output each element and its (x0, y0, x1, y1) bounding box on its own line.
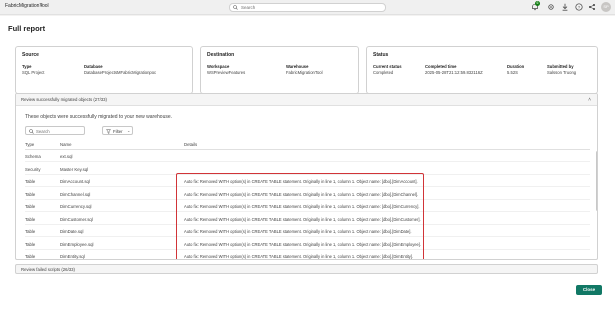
share-icon[interactable] (588, 3, 596, 11)
page-title: Full report (8, 24, 46, 33)
scrollbar-thumb[interactable] (596, 151, 597, 211)
destination-workspace-label: Workspace (207, 64, 230, 69)
row-name: ext.sql (60, 154, 73, 159)
row-name: Master Key.sql (60, 166, 89, 172)
source-database-label: Database (84, 64, 103, 69)
row-name: DimEmployee.sql (60, 241, 94, 247)
migrated-description: These objects were successfully migrated… (25, 114, 173, 120)
objects-search-input[interactable]: Search (25, 126, 85, 135)
status-card-title: Status (373, 52, 389, 58)
close-button[interactable]: Close (576, 285, 602, 295)
destination-workspace-value: WSPreviewFeatures (207, 70, 246, 75)
row-type: Security (25, 166, 41, 172)
status-submitted-value: Salsson Truong (547, 70, 577, 75)
row-name: DimChannel.sql (60, 191, 91, 197)
migrated-objects-title: Review successfully migrated objects (27… (21, 97, 107, 102)
status-submitted-label: Submitted by (547, 64, 574, 69)
migrated-objects-accordion: Review successfully migrated objects (27… (15, 93, 598, 260)
help-icon[interactable]: ? (575, 3, 583, 11)
table-scrollbar[interactable] (596, 151, 597, 259)
filter-label: Filter (113, 128, 123, 134)
download-icon[interactable] (561, 3, 569, 11)
status-completed-label: Completed time (425, 64, 457, 69)
avatar[interactable]: SP (601, 2, 611, 12)
migrated-objects-header[interactable]: Review successfully migrated objects (27… (16, 94, 597, 106)
destination-card-title: Destination (207, 52, 235, 58)
row-type: Table (25, 204, 36, 209)
row-name: DimDate.sql (60, 229, 84, 234)
destination-card: Destination Workspace WSPreviewFeatures … (200, 46, 359, 94)
failed-scripts-accordion[interactable]: Review failed scripts (26/33) (15, 264, 598, 274)
column-header-details[interactable]: Details (184, 142, 197, 147)
filter-icon (106, 129, 111, 134)
destination-warehouse-value: FabricMigrationTool (286, 70, 323, 75)
source-type-value: SQL Project (22, 70, 45, 75)
status-completed-value: 2025-05-28T21:12:59.832116Z (425, 70, 483, 75)
destination-warehouse-label: Warehouse (286, 64, 309, 69)
search-icon (233, 5, 238, 10)
row-type: Schema (25, 154, 41, 159)
row-type: Table (25, 241, 36, 247)
row-type: Table (25, 229, 36, 234)
table-row[interactable]: Schema ext.sql (25, 150, 590, 163)
row-name: DimCustomer.sql (60, 216, 93, 222)
source-card-title: Source (22, 52, 39, 58)
row-type: Table (25, 254, 36, 259)
row-name: DimAccount.sql (60, 179, 90, 184)
filter-button[interactable]: Filter ⌄ (102, 126, 133, 135)
row-name: DimEntity.sql (60, 254, 85, 259)
details-highlight-box (176, 173, 424, 259)
objects-search-placeholder: Search (36, 128, 50, 134)
top-bar: FabricMigrationTool ▾ Search 6 ? SP (0, 0, 615, 15)
search-placeholder: Search (241, 5, 256, 10)
row-type: Table (25, 216, 36, 222)
report-panel: Full report Source Type SQL Project Data… (0, 16, 615, 315)
svg-text:?: ? (578, 5, 581, 10)
row-name: DimCurrency.sql (60, 204, 92, 209)
status-current-value: Completed (373, 70, 394, 75)
source-card: Source Type SQL Project Database Databas… (15, 46, 193, 94)
column-header-name[interactable]: Name (60, 142, 71, 147)
status-duration-value: 5.52S (507, 70, 518, 75)
status-current-label: Current status (373, 64, 402, 69)
column-header-type[interactable]: Type (25, 142, 34, 147)
chevron-down-icon[interactable]: ▾ (40, 3, 43, 9)
chevron-up-icon[interactable]: ˄ (588, 97, 591, 103)
row-type: Table (25, 179, 36, 184)
global-search-input[interactable]: Search (229, 3, 386, 12)
status-duration-label: Duration (507, 64, 525, 69)
search-icon (29, 129, 34, 134)
status-card: Status Current status Completed Complete… (366, 46, 598, 94)
source-database-value: DatabaseProjectsMFabricMigrationpoc (84, 70, 157, 75)
chevron-down-icon: ⌄ (127, 128, 131, 133)
failed-scripts-title: Review failed scripts (26/33) (21, 267, 75, 272)
row-type: Table (25, 191, 36, 197)
gear-icon[interactable] (547, 3, 555, 11)
source-type-label: Type (22, 64, 32, 69)
notification-badge: 6 (535, 1, 540, 6)
